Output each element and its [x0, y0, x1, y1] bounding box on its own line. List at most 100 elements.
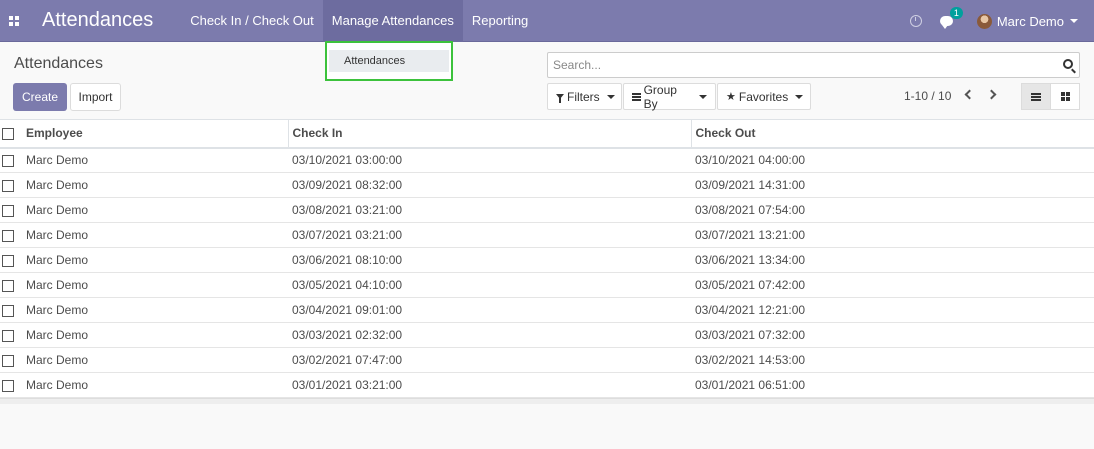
cell-employee[interactable]: Marc Demo	[22, 148, 288, 173]
chevron-down-icon	[795, 94, 804, 99]
table-footer	[0, 398, 1094, 404]
dropdown-item-attendances[interactable]: Attendances	[329, 50, 449, 72]
table-row[interactable]: Marc Demo 03/06/2021 08:10:00 03/06/2021 1…	[0, 248, 1094, 273]
user-menu-name[interactable]: Marc Demo	[997, 14, 1064, 29]
table-row[interactable]: Marc Demo 03/05/2021 04:10:00 03/05/2021 0…	[0, 273, 1094, 298]
pager-value[interactable]: 1-10 / 10	[904, 89, 951, 103]
cell-check-in[interactable]: 03/07/2021 03:21:00	[288, 223, 691, 248]
row-checkbox[interactable]	[2, 379, 14, 392]
table-row[interactable]: Marc Demo 03/01/2021 03:21:00 03/01/2021 0…	[0, 373, 1094, 398]
cell-check-out[interactable]: 03/08/2021 07:54:00	[691, 198, 1094, 223]
menu-reporting[interactable]: Reporting	[463, 0, 537, 42]
cell-employee[interactable]: Marc Demo	[22, 298, 288, 323]
manage-attendances-dropdown: Attendances	[325, 41, 453, 81]
cell-check-in[interactable]: 03/01/2021 03:21:00	[288, 373, 691, 398]
row-checkbox[interactable]	[2, 179, 14, 192]
row-checkbox[interactable]	[2, 279, 14, 292]
group-by-button[interactable]: Group By	[623, 82, 716, 111]
row-select-cell	[0, 198, 22, 223]
import-button[interactable]: Import	[70, 83, 121, 111]
page-title: Attendances	[14, 55, 103, 72]
row-checkbox[interactable]	[2, 354, 14, 367]
cell-check-in[interactable]: 03/03/2021 02:32:00	[288, 323, 691, 348]
filter-icon	[556, 94, 564, 103]
kanban-icon	[1060, 92, 1070, 101]
list-icon	[1031, 92, 1041, 101]
select-all-checkbox[interactable]	[2, 128, 14, 141]
cell-check-out[interactable]: 03/07/2021 13:21:00	[691, 223, 1094, 248]
avatar[interactable]	[976, 13, 992, 29]
cell-employee[interactable]: Marc Demo	[22, 323, 288, 348]
create-button[interactable]: Create	[13, 83, 67, 111]
cell-employee[interactable]: Marc Demo	[22, 198, 288, 223]
table-row[interactable]: Marc Demo 03/07/2021 03:21:00 03/07/2021 1…	[0, 223, 1094, 248]
cell-employee[interactable]: Marc Demo	[22, 348, 288, 373]
chevron-down-icon[interactable]	[1070, 19, 1078, 23]
column-header-check-in[interactable]: Check In	[288, 119, 692, 148]
activity-clock-icon[interactable]	[909, 15, 922, 27]
row-select-cell	[0, 373, 22, 398]
cell-check-in[interactable]: 03/02/2021 07:47:00	[288, 348, 691, 373]
cell-check-out[interactable]: 03/09/2021 14:31:00	[691, 173, 1094, 198]
search-input[interactable]	[548, 53, 1048, 77]
row-checkbox[interactable]	[2, 204, 14, 217]
table-row[interactable]: Marc Demo 03/04/2021 09:01:00 03/04/2021 1…	[0, 298, 1094, 323]
row-select-cell	[0, 298, 22, 323]
chevron-right-icon[interactable]	[986, 89, 997, 100]
row-select-cell	[0, 223, 22, 248]
row-checkbox[interactable]	[2, 304, 14, 317]
column-header-employee[interactable]: Employee	[22, 119, 289, 148]
cell-check-in[interactable]: 03/05/2021 04:10:00	[288, 273, 691, 298]
attendances-table: Employee Check In Check Out Marc Demo 03/…	[0, 119, 1094, 398]
table-row[interactable]: Marc Demo 03/10/2021 03:00:00 03/10/2021 0…	[0, 148, 1094, 173]
filters-button[interactable]: Filters	[547, 83, 622, 110]
cell-employee[interactable]: Marc Demo	[22, 248, 288, 273]
menu-check-in-out[interactable]: Check In / Check Out	[181, 0, 323, 42]
row-select-cell	[0, 323, 22, 348]
cell-check-in[interactable]: 03/10/2021 03:00:00	[288, 148, 691, 173]
list-view-button[interactable]	[1021, 83, 1051, 110]
row-checkbox[interactable]	[2, 329, 14, 342]
cell-check-out[interactable]: 03/05/2021 07:42:00	[691, 273, 1094, 298]
app-brand[interactable]: Attendances	[42, 9, 153, 32]
chat-badge: 1	[949, 7, 963, 19]
row-checkbox[interactable]	[2, 229, 14, 242]
select-all-cell	[0, 120, 22, 148]
group-by-label: Group By	[643, 82, 677, 111]
apps-grid-icon[interactable]	[0, 0, 28, 42]
cell-check-in[interactable]: 03/04/2021 09:01:00	[288, 298, 691, 323]
cell-check-in[interactable]: 03/08/2021 03:21:00	[288, 198, 691, 223]
chat-icon[interactable]	[939, 16, 953, 29]
filters-label: Filters	[567, 89, 600, 104]
cell-check-out[interactable]: 03/06/2021 13:34:00	[691, 248, 1094, 273]
column-header-check-out[interactable]: Check Out	[691, 120, 1094, 148]
row-select-cell	[0, 348, 22, 373]
row-checkbox[interactable]	[2, 155, 14, 168]
cell-employee[interactable]: Marc Demo	[22, 273, 288, 298]
cell-check-out[interactable]: 03/02/2021 14:53:00	[691, 348, 1094, 373]
table-row[interactable]: Marc Demo 03/03/2021 02:32:00 03/03/2021 0…	[0, 323, 1094, 348]
chevron-left-icon[interactable]	[964, 89, 975, 100]
row-checkbox[interactable]	[2, 254, 14, 267]
cell-check-in[interactable]: 03/06/2021 08:10:00	[288, 248, 691, 273]
attendances-list: Employee Check In Check Out Marc Demo 03/…	[0, 119, 1094, 404]
cell-check-out[interactable]: 03/10/2021 04:00:00	[691, 148, 1094, 173]
messaging-menu[interactable]: 1	[939, 7, 963, 29]
cell-employee[interactable]: Marc Demo	[22, 173, 288, 198]
table-row[interactable]: Marc Demo 03/09/2021 08:32:00 03/09/2021 1…	[0, 173, 1094, 198]
favorites-button[interactable]: ★ Favorites	[717, 83, 811, 110]
cell-check-in[interactable]: 03/09/2021 08:32:00	[288, 173, 691, 198]
table-row[interactable]: Marc Demo 03/08/2021 03:21:00 03/08/2021 0…	[0, 198, 1094, 223]
search-icon[interactable]	[1063, 59, 1073, 69]
table-row[interactable]: Marc Demo 03/02/2021 07:47:00 03/02/2021 1…	[0, 348, 1094, 373]
menu-manage-attendances[interactable]: Manage Attendances	[322, 0, 463, 42]
search-bar	[547, 52, 1080, 78]
cell-employee[interactable]: Marc Demo	[22, 373, 288, 398]
cell-check-out[interactable]: 03/01/2021 06:51:00	[691, 373, 1094, 398]
chevron-down-icon	[606, 94, 615, 99]
cell-employee[interactable]: Marc Demo	[22, 223, 288, 248]
top-navbar: Attendances Check In / Check Out Manage …	[0, 0, 1094, 42]
cell-check-out[interactable]: 03/03/2021 07:32:00	[691, 323, 1094, 348]
cell-check-out[interactable]: 03/04/2021 12:21:00	[691, 298, 1094, 323]
kanban-view-button[interactable]	[1050, 83, 1080, 110]
